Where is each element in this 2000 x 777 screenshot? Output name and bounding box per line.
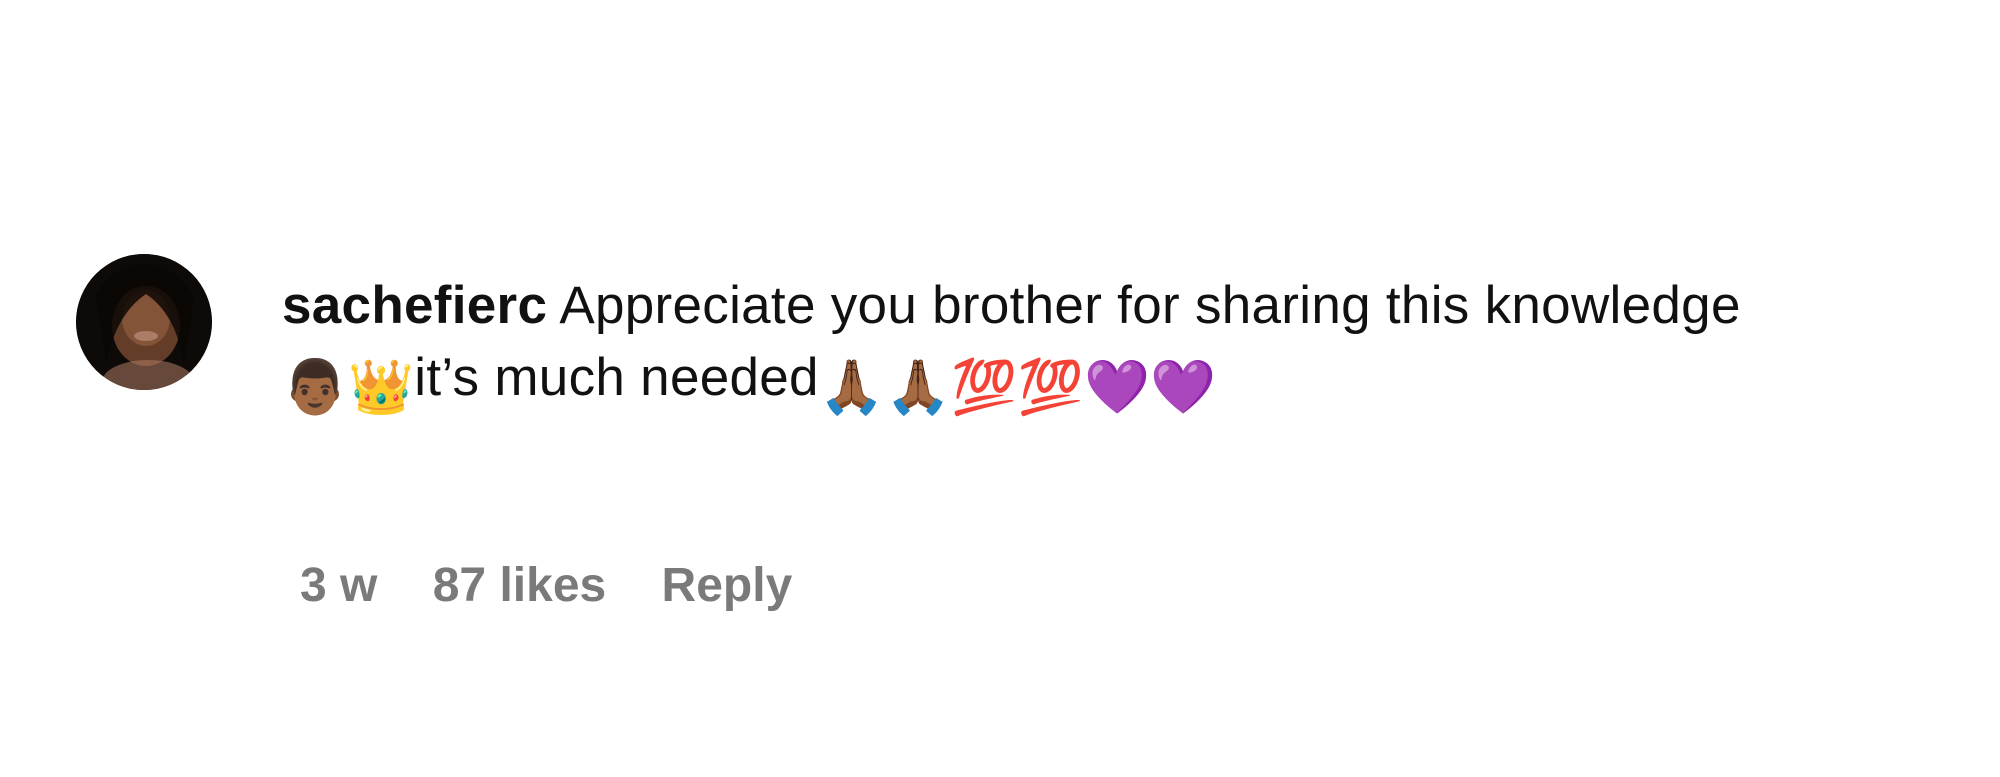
prince-emoji-icon: 👨🏾‍👑 bbox=[282, 358, 415, 417]
comment-meta: 3 w 87 likes Reply bbox=[300, 558, 792, 613]
purple-heart-emoji-icon: 💜 bbox=[1084, 358, 1151, 417]
avatar-image bbox=[76, 254, 212, 390]
purple-heart-emoji-icon: 💜 bbox=[1150, 358, 1217, 417]
hundred-points-emoji-icon: 💯 bbox=[951, 358, 1018, 417]
username-link[interactable]: sachefierc bbox=[282, 276, 547, 335]
comment-body: sachefierc Appreciate you brother for sh… bbox=[282, 270, 1782, 424]
comment-text-continued: it’s much needed bbox=[414, 348, 819, 407]
likes-count-button[interactable]: 87 likes bbox=[433, 558, 606, 613]
reply-button[interactable]: Reply bbox=[662, 558, 793, 613]
comment-timestamp: 3 w bbox=[300, 559, 378, 612]
hundred-points-emoji-icon: 💯 bbox=[1017, 358, 1085, 417]
comment-text: Appreciate you brother for sharing this … bbox=[559, 276, 1741, 335]
folded-hands-emoji-icon: 🙏🏾 bbox=[885, 358, 952, 417]
avatar[interactable] bbox=[76, 254, 212, 390]
folded-hands-emoji-icon: 🙏🏾 bbox=[818, 358, 886, 417]
